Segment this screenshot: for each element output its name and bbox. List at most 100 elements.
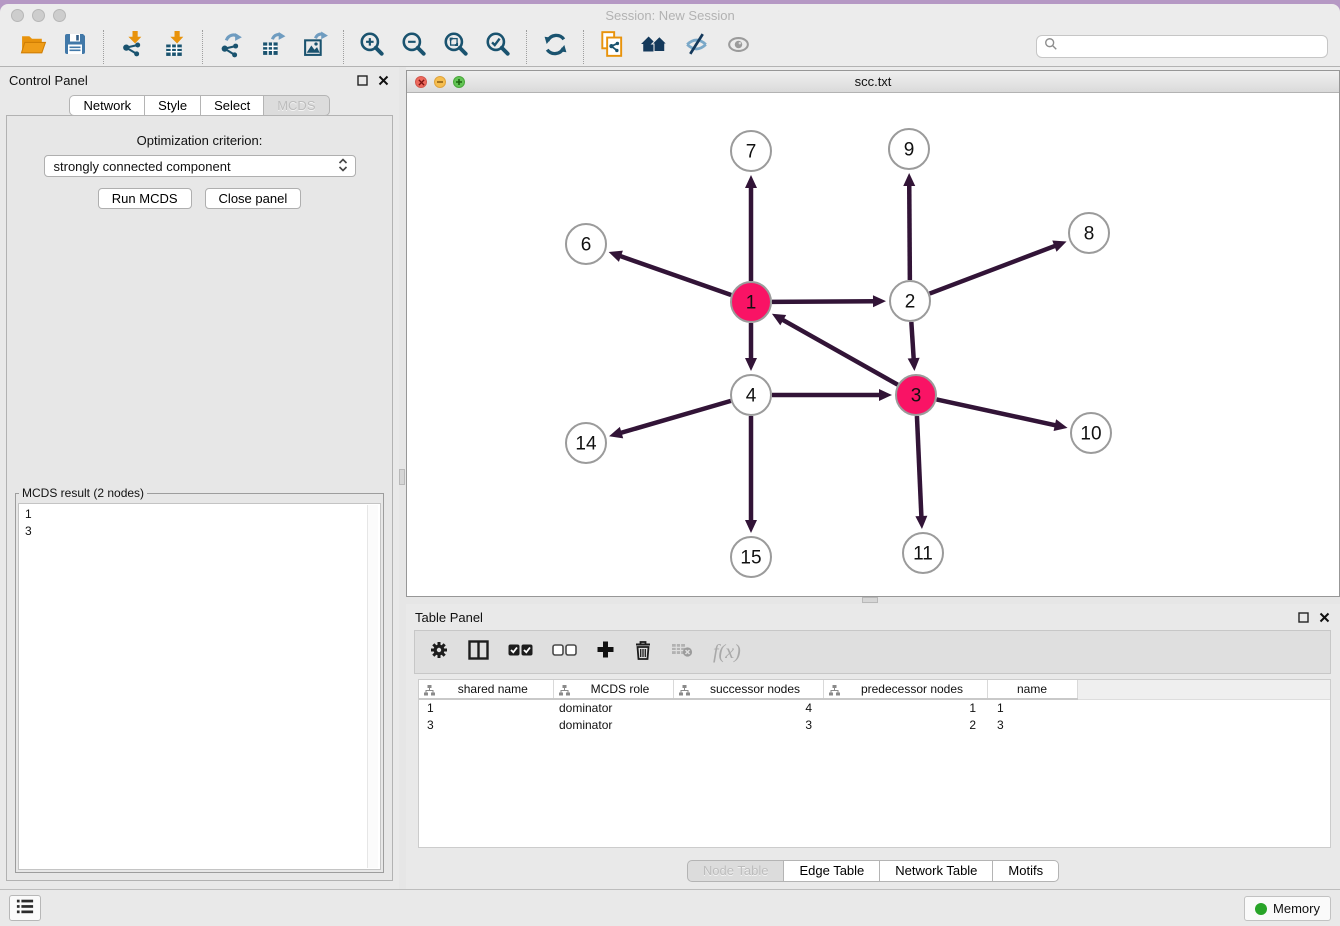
splitter-grip[interactable] xyxy=(862,597,878,603)
close-panel-icon[interactable] xyxy=(376,74,390,88)
delete-table-button[interactable] xyxy=(671,641,694,663)
export-image-icon xyxy=(302,31,329,63)
clone-network-icon xyxy=(598,30,626,63)
table-cell[interactable]: 1 xyxy=(823,699,987,716)
graph-edge-3-10[interactable] xyxy=(937,399,1058,425)
column-header-mcds-role[interactable]: MCDS role xyxy=(553,680,673,699)
graph-edge-1-2[interactable] xyxy=(772,301,876,302)
network-graph[interactable]: 7968124314101511 xyxy=(407,93,1339,596)
open-session-button[interactable] xyxy=(12,30,54,64)
mcds-result-list[interactable]: 13 xyxy=(18,503,381,870)
network-canvas[interactable]: 7968124314101511 xyxy=(407,93,1339,596)
graph-edge-2-8[interactable] xyxy=(930,245,1058,293)
edge-arrowhead xyxy=(609,427,623,439)
tab-edge-table[interactable]: Edge Table xyxy=(783,860,879,882)
refresh-button[interactable] xyxy=(534,30,576,64)
table-settings-button[interactable] xyxy=(429,640,449,665)
delete-columns-button[interactable] xyxy=(634,640,652,665)
splitter-grip[interactable] xyxy=(399,469,405,485)
table-row[interactable]: 3dominator323 xyxy=(419,716,1330,733)
table-cell[interactable]: 4 xyxy=(673,699,823,716)
edge-arrowhead xyxy=(915,516,927,529)
hide-selected-button[interactable] xyxy=(675,30,717,64)
search-box[interactable] xyxy=(1036,35,1328,58)
deselect-all-button[interactable] xyxy=(552,643,577,662)
graph-edge-2-3[interactable] xyxy=(911,322,913,361)
show-all-button[interactable] xyxy=(717,30,759,64)
zoom-in-icon xyxy=(358,30,386,63)
close-panel-icon[interactable] xyxy=(1317,611,1331,625)
table-cell[interactable]: 3 xyxy=(419,716,553,733)
import-table-button[interactable] xyxy=(153,30,195,64)
toolbar-separator xyxy=(583,30,584,64)
column-header-predecessor-nodes[interactable]: predecessor nodes xyxy=(823,680,987,699)
column-header-name[interactable]: name xyxy=(987,680,1077,699)
column-header-successor-nodes[interactable]: successor nodes xyxy=(673,680,823,699)
search-icon xyxy=(1044,37,1058,56)
zoom-out-icon xyxy=(400,30,428,63)
edge-arrowhead xyxy=(873,295,886,307)
search-input[interactable] xyxy=(1062,36,1327,57)
import-network-button[interactable] xyxy=(111,30,153,64)
zoom-in-button[interactable] xyxy=(351,30,393,64)
export-table-button[interactable] xyxy=(252,30,294,64)
tab-mcds[interactable]: MCDS xyxy=(263,95,329,116)
main-titlebar: Session: New Session xyxy=(0,4,1340,27)
table-cell[interactable]: 1 xyxy=(987,699,1077,716)
zoom-fit-icon xyxy=(442,30,470,63)
result-scrollbar[interactable] xyxy=(367,505,378,868)
main-toolbar xyxy=(0,27,1340,67)
table-cell[interactable]: dominator xyxy=(553,699,673,716)
function-builder-button[interactable]: f(x) xyxy=(713,641,741,664)
tab-node-table[interactable]: Node Table xyxy=(687,860,784,882)
memory-button[interactable]: Memory xyxy=(1244,896,1331,921)
tab-motifs[interactable]: Motifs xyxy=(992,860,1059,882)
graph-edge-1-6[interactable] xyxy=(618,255,731,295)
graph-node-label: 9 xyxy=(904,140,915,161)
toolbar-separator xyxy=(103,30,104,64)
zoom-out-button[interactable] xyxy=(393,30,435,64)
horizontal-splitter[interactable] xyxy=(406,597,1340,604)
run-mcds-button[interactable]: Run MCDS xyxy=(98,188,192,209)
zoom-selected-button[interactable] xyxy=(477,30,519,64)
toggle-columns-button[interactable] xyxy=(468,640,489,665)
table-cell[interactable]: 3 xyxy=(987,716,1077,733)
result-item[interactable]: 3 xyxy=(19,523,380,540)
table-cell[interactable]: 3 xyxy=(673,716,823,733)
float-panel-icon[interactable] xyxy=(1296,611,1310,625)
graph-node-label: 1 xyxy=(746,293,757,314)
memory-label: Memory xyxy=(1273,901,1320,916)
graph-edge-3-11[interactable] xyxy=(917,416,922,519)
tab-network-table[interactable]: Network Table xyxy=(879,860,992,882)
edge-arrowhead xyxy=(745,175,757,188)
edge-arrowhead xyxy=(903,173,915,186)
zoom-fit-button[interactable] xyxy=(435,30,477,64)
export-image-button[interactable] xyxy=(294,30,336,64)
panel-list-button[interactable] xyxy=(9,895,41,921)
add-column-button[interactable] xyxy=(596,640,615,664)
table-cell[interactable]: 1 xyxy=(419,699,553,716)
vertical-splitter[interactable] xyxy=(399,67,406,889)
table-cell[interactable]: dominator xyxy=(553,716,673,733)
toolbar-separator xyxy=(343,30,344,64)
tab-select[interactable]: Select xyxy=(200,95,263,116)
save-session-button[interactable] xyxy=(54,30,96,64)
float-panel-icon[interactable] xyxy=(355,74,369,88)
first-neighbors-button[interactable] xyxy=(633,30,675,64)
clone-network-button[interactable] xyxy=(591,30,633,64)
select-all-button[interactable] xyxy=(508,643,533,662)
result-item[interactable]: 1 xyxy=(19,506,380,523)
column-header-shared-name[interactable]: shared name xyxy=(419,680,553,699)
close-panel-button[interactable]: Close panel xyxy=(205,188,302,209)
graph-edge-2-9[interactable] xyxy=(909,183,910,280)
graph-node-label: 8 xyxy=(1084,224,1095,245)
graph-edge-4-14[interactable] xyxy=(619,401,731,434)
export-network-button[interactable] xyxy=(210,30,252,64)
optimization-criterion-select[interactable]: strongly connected component xyxy=(44,155,356,177)
tab-style[interactable]: Style xyxy=(144,95,200,116)
graph-edge-3-1[interactable] xyxy=(781,319,898,385)
tab-network[interactable]: Network xyxy=(69,95,144,116)
network-window-titlebar[interactable]: scc.txt xyxy=(407,71,1339,93)
table-row[interactable]: 1dominator411 xyxy=(419,699,1330,716)
table-cell[interactable]: 2 xyxy=(823,716,987,733)
